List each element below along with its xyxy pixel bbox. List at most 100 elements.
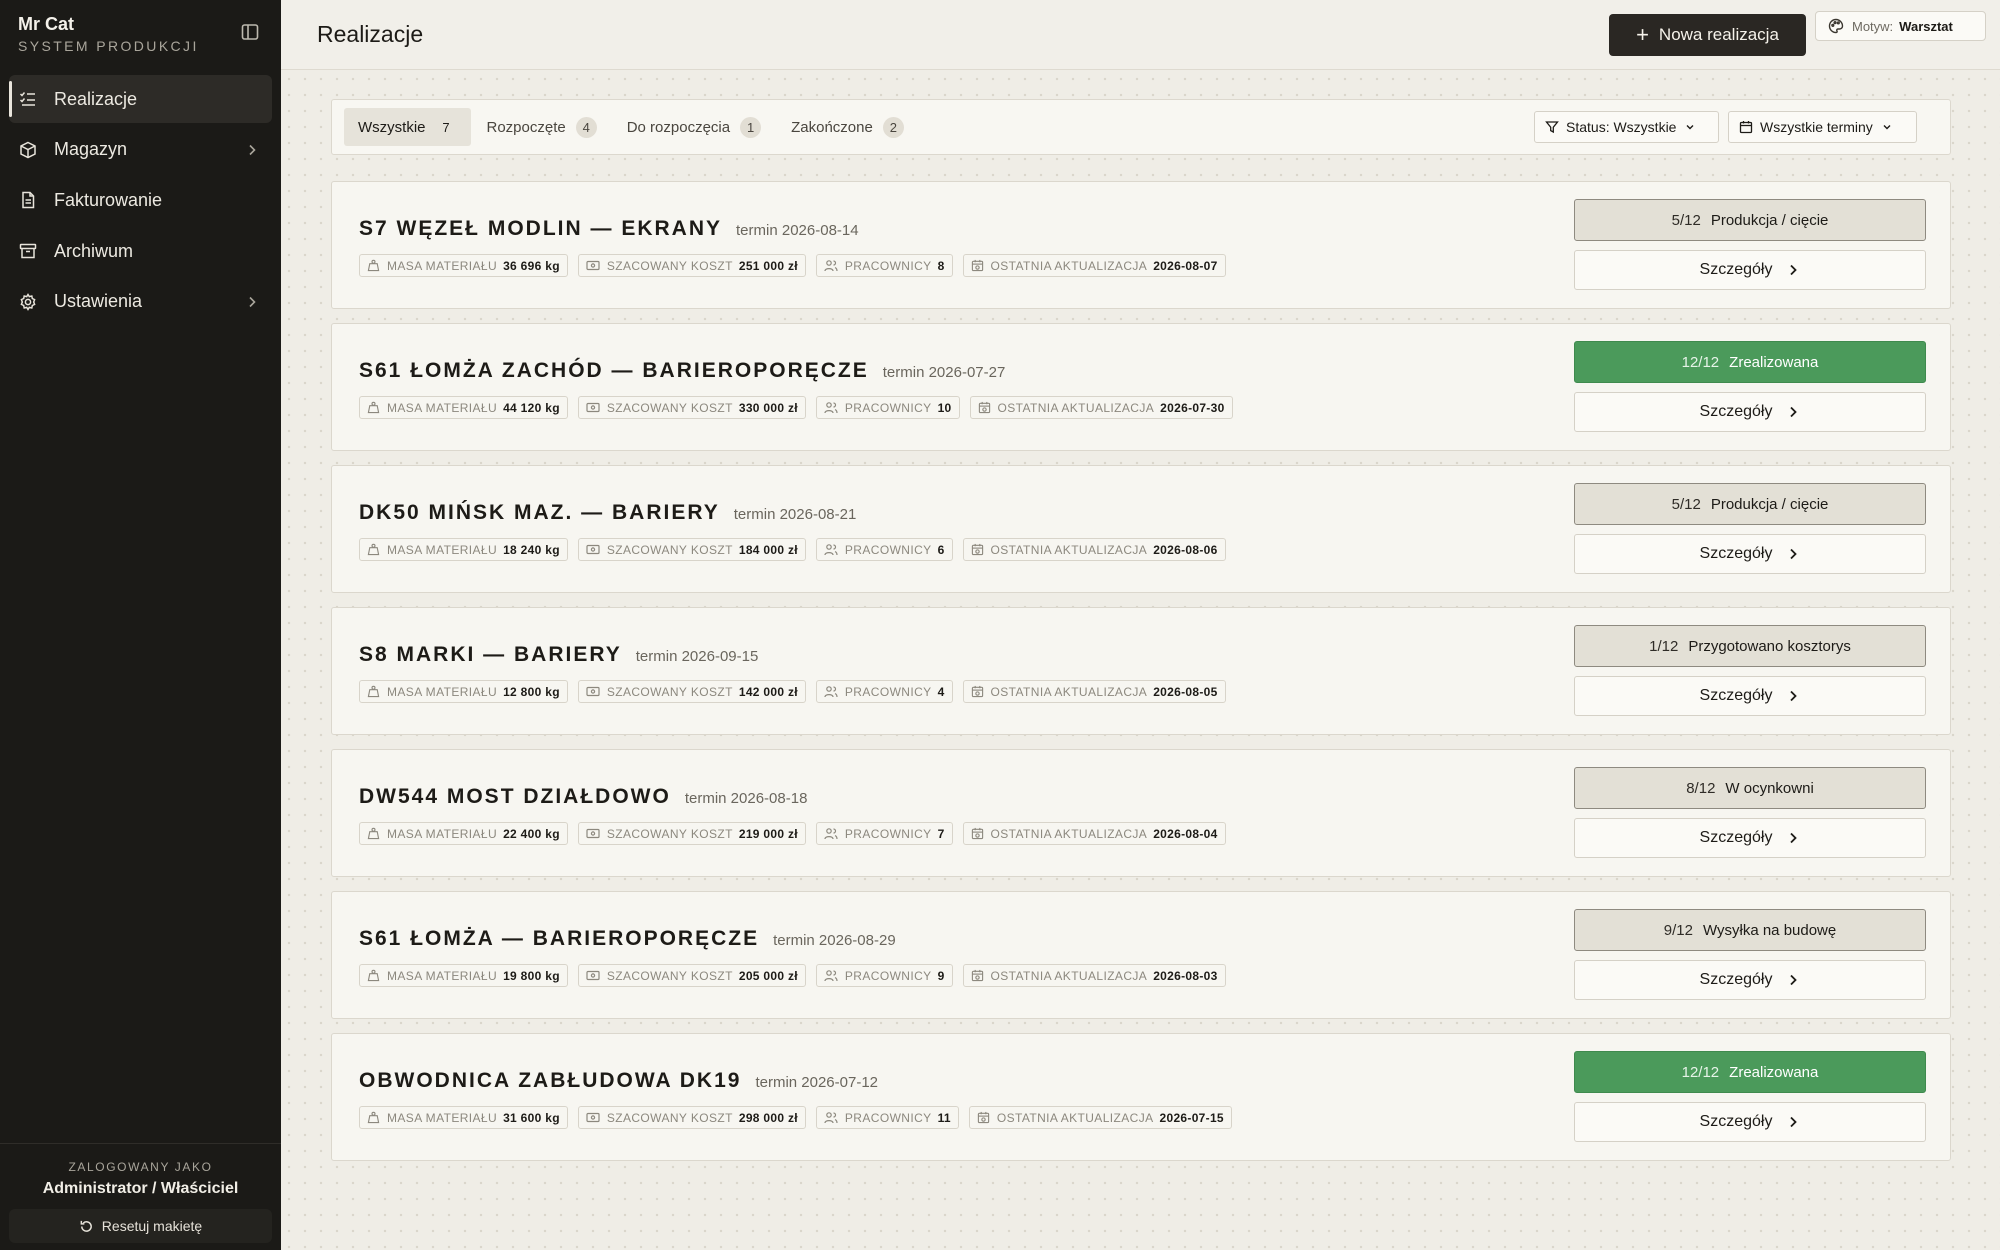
meta-key: PRACOWNICY xyxy=(844,968,932,983)
tab-finished[interactable]: Zakończone 2 xyxy=(777,108,918,146)
sidebar-item-fakturowanie[interactable]: Fakturowanie xyxy=(9,176,272,224)
meta-key: SZACOWANY KOSZT xyxy=(606,1110,733,1125)
sidebar-toggle-icon[interactable] xyxy=(240,22,264,46)
project-name: S7 WĘZEŁ MODLIN — EKRANY xyxy=(359,217,723,240)
meta-updated: OSTATNIA AKTUALIZACJA 2026-07-15 xyxy=(968,1106,1232,1129)
users-icon xyxy=(824,686,838,698)
project-meta: MASA MATERIAŁU 44 120 kg SZACOWANY KOSZT… xyxy=(359,396,1243,419)
meta-key: OSTATNIA AKTUALIZACJA xyxy=(990,968,1148,983)
tab-count: 7 xyxy=(442,119,450,135)
meta-key: PRACOWNICY xyxy=(844,258,932,273)
details-button[interactable]: Szczegóły xyxy=(1574,960,1926,1000)
sidebar-item-magazyn[interactable]: Magazyn xyxy=(9,126,272,174)
weight-icon xyxy=(367,827,380,840)
gear-icon xyxy=(19,292,37,311)
details-button[interactable]: Szczegóły xyxy=(1574,392,1926,432)
meta-key: SZACOWANY KOSZT xyxy=(606,258,733,273)
status-progress: 5/12 xyxy=(1671,211,1701,229)
reset-mockup-button[interactable]: Resetuj makietę xyxy=(9,1209,272,1243)
chevron-right-icon xyxy=(244,294,260,310)
theme-selector[interactable]: Motyw: Warsztat xyxy=(1815,11,1986,41)
project-card: S7 WĘZEŁ MODLIN — EKRANY termin 2026-08-… xyxy=(331,181,1951,309)
status-progress: 9/12 xyxy=(1663,921,1693,939)
project-term: termin 2026-07-27 xyxy=(882,364,1006,381)
terms-filter-dropdown[interactable]: Wszystkie terminy xyxy=(1728,111,1917,143)
brand-subtitle: SYSTEM PRODUKCJI xyxy=(18,38,199,54)
new-realization-label: Nowa realizacja xyxy=(1658,25,1779,44)
meta-value: 8 xyxy=(937,258,945,273)
meta-mass: MASA MATERIAŁU 19 800 kg xyxy=(359,964,568,987)
meta-key: PRACOWNICY xyxy=(844,684,932,699)
meta-cost: SZACOWANY KOSZT 298 000 zł xyxy=(577,1106,806,1129)
chevron-down-icon xyxy=(1883,125,1891,130)
status-label: Zrealizowana xyxy=(1729,353,1819,371)
project-term: termin 2026-07-12 xyxy=(755,1074,879,1091)
project-card: S61 ŁOMŻA — BARIEROPORĘCZE termin 2026-0… xyxy=(331,891,1951,1019)
meta-value: 4 xyxy=(937,684,945,699)
new-realization-button[interactable]: + Nowa realizacja xyxy=(1609,14,1806,56)
status-filter-dropdown[interactable]: Status: Wszystkie xyxy=(1534,111,1719,143)
meta-key: MASA MATERIAŁU xyxy=(387,1110,498,1125)
tab-started[interactable]: Rozpoczęte 4 xyxy=(473,108,611,146)
calendar-clock-icon xyxy=(978,401,990,414)
status-progress: 5/12 xyxy=(1671,495,1701,513)
project-heading: OBWODNICA ZABŁUDOWA DK19 termin 2026-07-… xyxy=(359,1069,878,1093)
weight-icon xyxy=(367,543,380,556)
tab-label: Rozpoczęte xyxy=(486,118,566,136)
meta-value: 2026-08-03 xyxy=(1153,968,1218,983)
details-label: Szczegóły xyxy=(1699,687,1773,704)
details-button[interactable]: Szczegóły xyxy=(1574,818,1926,858)
theme-key: Motyw: xyxy=(1852,18,1894,34)
page-title: Realizacje xyxy=(317,21,424,47)
status-badge: 1/12 Przygotowano kosztorys xyxy=(1574,625,1926,667)
calendar-clock-icon xyxy=(971,543,983,556)
sidebar-item-ustawienia[interactable]: Ustawienia xyxy=(9,278,272,326)
details-button[interactable]: Szczegóły xyxy=(1574,250,1926,290)
banknote-icon xyxy=(586,402,600,413)
project-term: termin 2026-08-21 xyxy=(733,506,857,523)
chevron-right-icon xyxy=(1790,406,1798,418)
meta-key: OSTATNIA AKTUALIZACJA xyxy=(990,684,1148,699)
tab-to-start[interactable]: Do rozpoczęcia 1 xyxy=(613,108,775,146)
project-heading: DW544 MOST DZIAŁDOWO termin 2026-08-18 xyxy=(359,785,807,809)
topbar: Realizacje + Nowa realizacja Motyw: Wars… xyxy=(281,0,2000,70)
meta-mass: MASA MATERIAŁU 31 600 kg xyxy=(359,1106,568,1129)
meta-key: OSTATNIA AKTUALIZACJA xyxy=(990,258,1148,273)
tab-label: Wszystkie xyxy=(358,118,426,136)
details-label: Szczegóły xyxy=(1699,545,1773,562)
chevron-down-icon xyxy=(1686,125,1694,130)
weight-icon xyxy=(367,1111,380,1124)
status-progress: 12/12 xyxy=(1681,1063,1720,1081)
chevron-right-icon xyxy=(1790,832,1798,844)
tab-count: 2 xyxy=(882,116,904,138)
terms-filter-label: Wszystkie terminy xyxy=(1760,119,1873,135)
meta-value: 12 800 kg xyxy=(503,684,560,699)
tab-count: 4 xyxy=(575,116,597,138)
chevron-right-icon xyxy=(244,142,260,158)
details-label: Szczegóły xyxy=(1699,971,1773,988)
tab-all[interactable]: Wszystkie 7 xyxy=(344,108,471,146)
meta-mass: MASA MATERIAŁU 12 800 kg xyxy=(359,680,568,703)
details-button[interactable]: Szczegóły xyxy=(1574,1102,1926,1142)
meta-cost: SZACOWANY KOSZT 184 000 zł xyxy=(577,538,806,561)
meta-value: 2026-08-05 xyxy=(1153,684,1218,699)
sidebar-footer: ZALOGOWANY JAKO Administrator / Właścici… xyxy=(0,1143,281,1250)
details-button[interactable]: Szczegóły xyxy=(1574,534,1926,574)
sidebar-item-archiwum[interactable]: Archiwum xyxy=(9,227,272,275)
project-heading: S61 ŁOMŻA — BARIEROPORĘCZE termin 2026-0… xyxy=(359,927,896,951)
tab-count: 1 xyxy=(740,116,762,138)
meta-value: 184 000 zł xyxy=(738,542,798,557)
banknote-icon xyxy=(586,1112,600,1123)
status-badge: 8/12 W ocynkowni xyxy=(1574,767,1926,809)
details-label: Szczegóły xyxy=(1699,403,1773,420)
tab-label: Zakończone xyxy=(791,118,873,136)
logged-as-caption: ZALOGOWANY JAKO xyxy=(68,1160,213,1174)
sidebar-item-realizacje[interactable]: Realizacje xyxy=(9,75,272,123)
meta-workers: PRACOWNICY 11 xyxy=(815,1106,959,1129)
details-button[interactable]: Szczegóły xyxy=(1574,676,1926,716)
project-card: DW544 MOST DZIAŁDOWO termin 2026-08-18 M… xyxy=(331,749,1951,877)
calendar-icon xyxy=(1739,121,1753,134)
status-filter-label: Status: Wszystkie xyxy=(1566,119,1677,135)
meta-value: 2026-08-04 xyxy=(1153,826,1218,841)
meta-workers: PRACOWNICY 10 xyxy=(815,396,960,419)
